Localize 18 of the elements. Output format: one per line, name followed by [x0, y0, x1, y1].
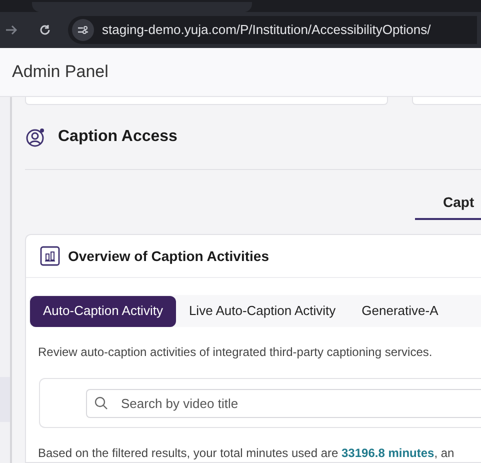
- forward-arrow-icon[interactable]: [4, 23, 18, 37]
- activity-tab[interactable]: Generative-A: [348, 296, 452, 326]
- address-bar[interactable]: staging-demo.yuja.com/P/Institution/AccessibilityOptions/: [68, 16, 477, 44]
- bar-chart-icon: [40, 246, 60, 266]
- url-text: staging-demo.yuja.com/P/Institution/AccessibilityOptions/: [102, 21, 431, 40]
- card-title: Overview of Caption Activities: [68, 246, 269, 266]
- site-settings-icon[interactable]: [72, 19, 94, 41]
- search-icon: [94, 396, 108, 410]
- admin-panel-title: Admin Panel: [12, 61, 108, 84]
- activity-tab[interactable]: Auto-Caption Activity: [30, 296, 176, 326]
- activity-tab[interactable]: Live Auto-Caption Activity: [176, 296, 349, 326]
- summary-text: Based on the filtered results, your total minutes used are 33196.8 minutes, an: [38, 445, 456, 462]
- search-field[interactable]: Search by video title: [86, 388, 481, 418]
- section-title: Caption Access: [58, 127, 178, 148]
- description-text: Review auto-caption activities of integrated third-party captioning services.: [38, 344, 434, 361]
- user-gear-icon: [26, 127, 46, 148]
- reload-icon[interactable]: [38, 23, 52, 37]
- page-tab[interactable]: Capt: [415, 186, 481, 220]
